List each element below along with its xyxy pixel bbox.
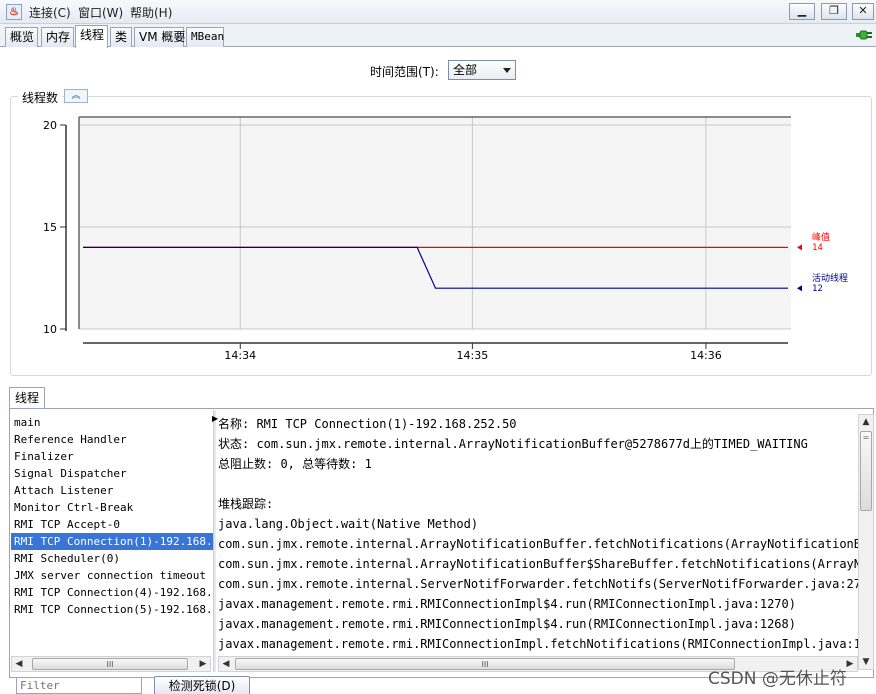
y-tick-label: 15	[43, 221, 57, 234]
thread-list-item[interactable]: RMI TCP Connection(4)-192.168.252	[11, 584, 213, 601]
thread-list-item[interactable]: JMX server connection timeout 16	[11, 567, 213, 584]
y-tick-label: 10	[43, 323, 57, 336]
legend-marker-icon	[797, 244, 802, 251]
thread-list-hscrollbar[interactable]: ◀ III ▶	[11, 656, 211, 672]
scroll-thumb[interactable]: III	[235, 658, 735, 670]
detail-line: com.sun.jmx.remote.internal.ArrayNotific…	[218, 557, 858, 571]
thread-list-item[interactable]: Monitor Ctrl-Break	[11, 499, 213, 516]
thread-filter-input[interactable]	[16, 677, 142, 694]
detail-line: java.lang.Object.wait(Native Method)	[218, 517, 479, 531]
thread-list-item[interactable]: Attach Listener	[11, 482, 213, 499]
legend-series-name: 峰值	[812, 231, 830, 243]
scroll-left-icon[interactable]: ◀	[219, 657, 233, 671]
x-tick-label: 14:36	[690, 349, 722, 362]
scroll-thumb[interactable]: =	[860, 431, 872, 511]
detect-deadlock-button[interactable]: 检测死锁(D)	[154, 676, 250, 694]
watermark: CSDN @无休止符	[708, 669, 847, 689]
thread-list-item[interactable]: RMI TCP Accept-0	[11, 516, 213, 533]
detail-line: javax.management.remote.rmi.RMIConnectio…	[218, 617, 796, 631]
scroll-left-icon[interactable]: ◀	[12, 657, 26, 671]
x-tick-label: 14:35	[457, 349, 489, 362]
y-tick-label: 20	[43, 119, 57, 132]
legend-marker-icon	[797, 285, 802, 292]
thread-name-line: 名称: RMI TCP Connection(1)-192.168.252.50	[218, 417, 517, 431]
thread-list-item[interactable]: Finalizer	[11, 448, 213, 465]
detail-line: com.sun.jmx.remote.internal.ServerNotifF…	[218, 577, 858, 591]
scroll-thumb[interactable]: III	[32, 658, 188, 670]
scroll-up-icon[interactable]: ▲	[859, 415, 873, 429]
threads-section-tab[interactable]: 线程	[9, 387, 45, 409]
thread-list-item[interactable]: RMI TCP Connection(1)-192.168.252	[11, 533, 213, 550]
thread-list: main Reference Handler Finalizer Signal Dis…	[11, 414, 213, 654]
legend-series-name: 活动线程	[812, 272, 848, 284]
scroll-right-icon[interactable]: ▶	[196, 657, 210, 671]
thread-list-item[interactable]: Signal Dispatcher	[11, 465, 213, 482]
thread-list-item[interactable]: RMI Scheduler(0)	[11, 550, 213, 567]
detail-line: javax.management.remote.rmi.RMIConnectio…	[218, 637, 858, 651]
detail-line: 堆栈跟踪:	[218, 497, 274, 511]
detail-line: 总阻止数: 0, 总等待数: 1	[218, 457, 372, 471]
thread-detail: 名称: RMI TCP Connection(1)-192.168.252.50…	[218, 414, 858, 654]
plot-area	[79, 117, 791, 329]
x-tick-label: 14:34	[224, 349, 256, 362]
detail-line	[218, 474, 858, 494]
legend-series-value: 12	[812, 284, 823, 294]
thread-list-item[interactable]: Reference Handler	[11, 431, 213, 448]
thread-list-item[interactable]: RMI TCP Connection(5)-192.168.252	[11, 601, 213, 618]
detail-line: com.sun.jmx.remote.internal.ArrayNotific…	[218, 537, 858, 551]
scroll-down-icon[interactable]: ▼	[859, 655, 873, 669]
thread-count-chart: 10 15 20 14:34 14:35 14:36 峰值14 活动线程12	[43, 116, 848, 362]
detail-vscrollbar[interactable]: ▲ = ▼	[858, 414, 874, 670]
thread-state-line: 状态: com.sun.jmx.remote.internal.ArrayNot…	[218, 437, 808, 451]
legend-series-value: 14	[812, 243, 823, 253]
thread-list-item[interactable]: main	[11, 414, 213, 431]
detail-line: javax.management.remote.rmi.RMIConnectio…	[218, 597, 796, 611]
split-divider[interactable]	[213, 410, 216, 672]
